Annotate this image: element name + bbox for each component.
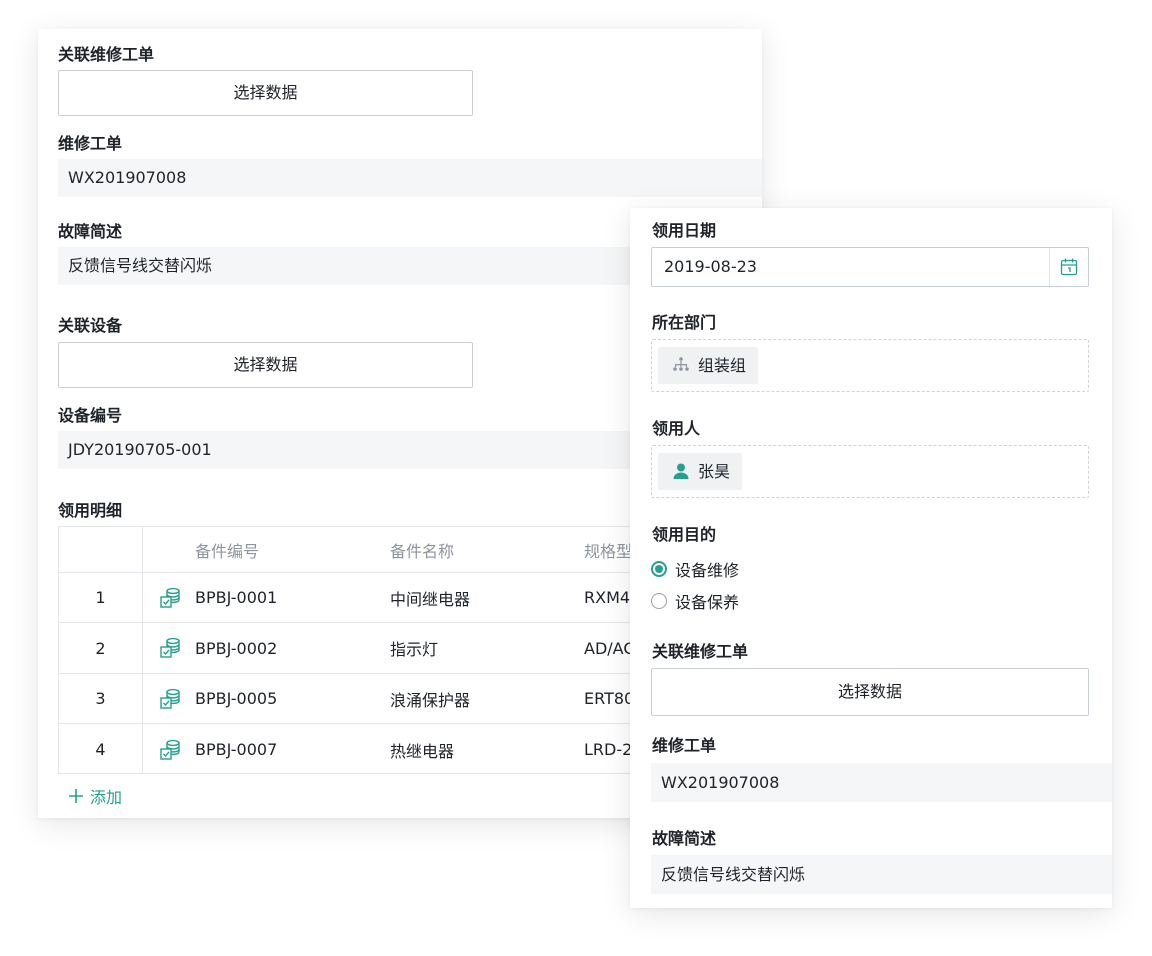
part-code: BPBJ-0001 [195,588,278,607]
recipient-value: 张昊 [698,462,731,481]
related-order-label: 关联维修工单 [652,642,749,661]
part-name: 浪涌保护器 [390,690,471,710]
row-index: 3 [59,674,143,723]
purpose-option-label: 设备维修 [675,561,740,580]
add-row-button[interactable]: 添加 [68,784,122,808]
purpose-label: 领用目的 [652,525,717,544]
recipient-field[interactable]: 张昊 [651,445,1089,498]
fault-desc-value: 反馈信号线交替闪烁 [651,855,1112,894]
row-index: 2 [59,623,143,673]
related-order-select-button[interactable]: 选择数据 [651,668,1089,716]
database-check-icon [160,587,180,608]
part-spec: LRD-2 [584,740,633,759]
related-device-label: 关联设备 [58,316,123,335]
device-code-label: 设备编号 [58,406,123,425]
purpose-option-label: 设备保养 [675,593,740,612]
calendar-icon[interactable] [1059,257,1079,277]
repair-order-label: 维修工单 [652,736,717,755]
repair-order-value: WX201907008 [58,159,762,197]
department-label: 所在部门 [652,313,717,332]
part-code: BPBJ-0005 [195,689,278,708]
department-field[interactable]: 组装组 [651,339,1089,392]
purpose-option-repair[interactable]: 设备维修 [651,557,739,581]
date-value: 2019-08-23 [664,257,757,276]
row-index: 1 [59,573,143,622]
part-name: 中间继电器 [390,589,471,609]
plus-icon [69,789,83,803]
part-spec: RXM4 [584,588,631,607]
part-spec: ERT80 [584,689,635,708]
date-label: 领用日期 [652,221,717,240]
department-value: 组装组 [698,356,747,375]
database-check-icon [160,739,180,760]
fault-desc-label: 故障简述 [652,829,717,848]
radio-unchecked-icon[interactable] [651,593,667,609]
fault-desc-label: 故障简述 [58,222,123,241]
part-code: BPBJ-0002 [195,638,278,658]
purpose-option-maintenance[interactable]: 设备保养 [651,589,739,613]
related-device-select-button[interactable]: 选择数据 [58,342,473,388]
part-code: BPBJ-0007 [195,740,278,759]
repair-order-label: 维修工单 [58,134,123,153]
header-index [59,527,143,572]
org-tree-icon [673,357,689,371]
header-spec: 规格型 [584,541,633,561]
date-divider [1049,248,1050,286]
recipient-tag: 张昊 [658,453,743,490]
part-spec: AD/AC [584,638,635,658]
database-check-icon [160,637,180,658]
related-order-label: 关联维修工单 [58,45,155,64]
header-part-name: 备件名称 [390,541,455,561]
detail-label: 领用明细 [58,501,123,520]
requisition-form: 领用日期 2019-08-23 所在部门 组装组 领用人 张昊 领用目的 设备维… [630,208,1112,908]
part-name: 指示灯 [390,640,439,659]
date-field[interactable]: 2019-08-23 [651,247,1089,287]
radio-checked-icon[interactable] [651,561,667,577]
repair-order-value: WX201907008 [651,763,1112,802]
add-row-label: 添加 [90,788,123,807]
part-name: 热继电器 [390,741,455,761]
header-part-code: 备件编号 [195,541,260,561]
recipient-label: 领用人 [652,419,701,438]
row-index: 4 [59,724,143,773]
user-icon [673,463,689,479]
department-tag: 组装组 [658,347,759,384]
database-check-icon [160,688,180,709]
related-order-select-button[interactable]: 选择数据 [58,70,473,116]
